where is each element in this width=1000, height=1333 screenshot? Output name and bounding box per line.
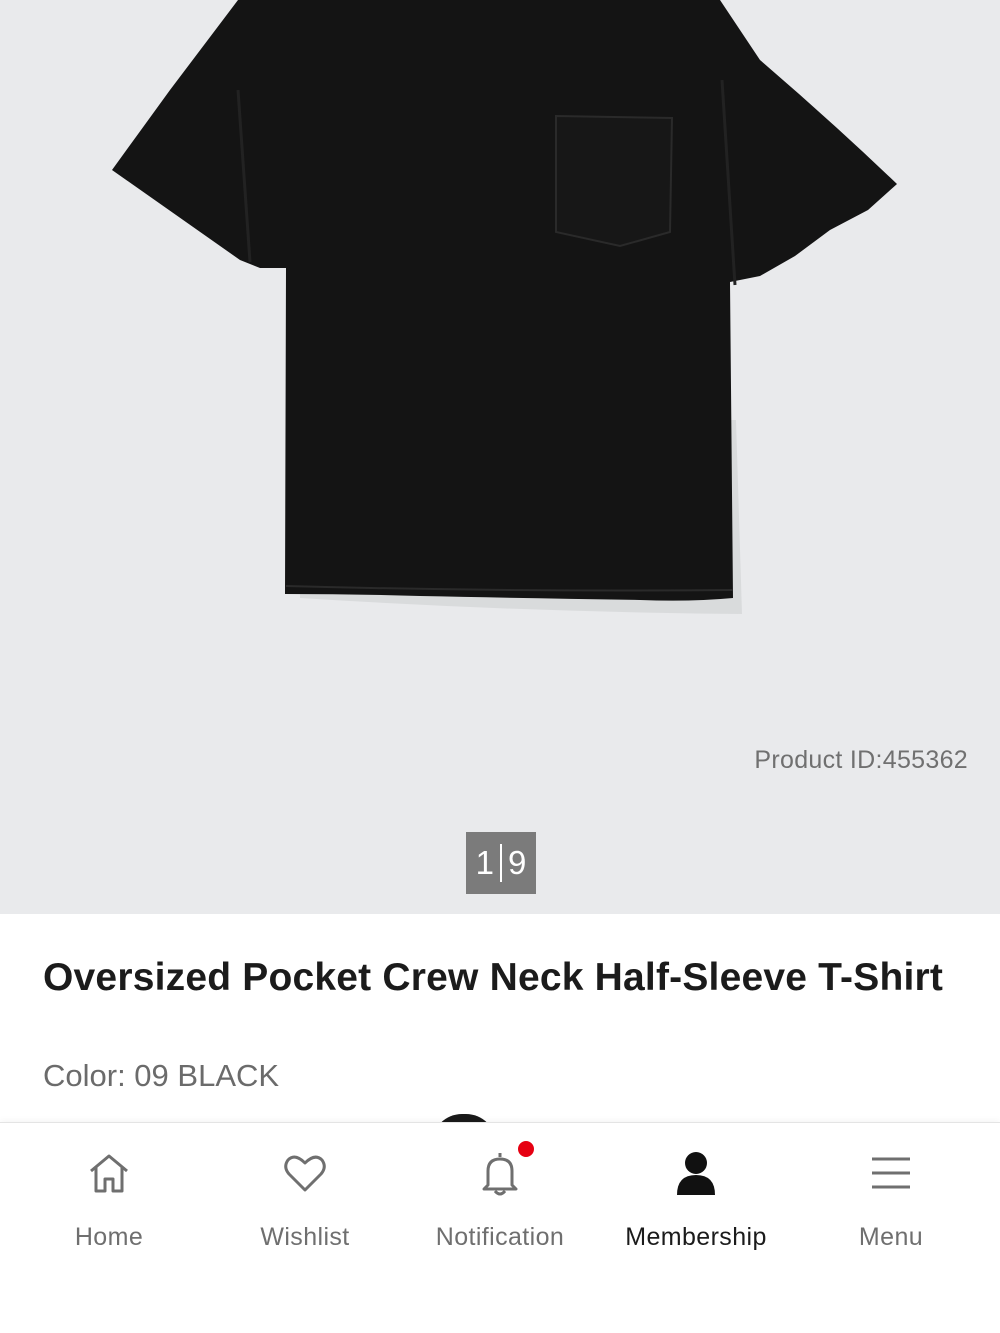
nav-wishlist-label: Wishlist — [260, 1223, 350, 1251]
nav-wishlist[interactable]: Wishlist — [207, 1149, 403, 1259]
image-pager: 1 9 — [466, 832, 536, 894]
product-title: Oversized Pocket Crew Neck Half-Sleeve T… — [43, 956, 944, 999]
heart-icon — [284, 1155, 326, 1192]
pager-separator — [500, 844, 502, 882]
person-icon — [677, 1152, 715, 1195]
nav-home-label: Home — [74, 1223, 144, 1251]
nav-home[interactable]: Home — [11, 1149, 207, 1259]
home-icon — [90, 1154, 128, 1193]
product-detail-page: Product ID:455362 1 9 Oversized Pocket C… — [0, 0, 1000, 1333]
notification-badge — [516, 1139, 536, 1159]
product-id: Product ID:455362 — [754, 746, 968, 774]
bottom-navigation: Home Wishlist Notification Membership Me… — [0, 1122, 1000, 1333]
image-total: 9 — [508, 844, 527, 881]
image-index: 1 — [475, 844, 494, 881]
bell-icon — [482, 1153, 518, 1196]
nav-membership[interactable]: Membership — [598, 1149, 794, 1259]
hamburger-icon — [872, 1157, 910, 1189]
selected-color: Color: 09 BLACK — [43, 1058, 280, 1093]
product-image-gallery[interactable]: Product ID:455362 1 9 — [0, 0, 1000, 914]
product-image — [112, 0, 897, 614]
nav-menu-label: Menu — [858, 1223, 924, 1251]
nav-notification[interactable]: Notification — [402, 1139, 598, 1259]
nav-membership-label: Membership — [625, 1223, 767, 1251]
nav-menu[interactable]: Menu — [793, 1149, 989, 1259]
bell-icon-wrap — [476, 1139, 536, 1197]
nav-notification-label: Notification — [435, 1223, 565, 1251]
